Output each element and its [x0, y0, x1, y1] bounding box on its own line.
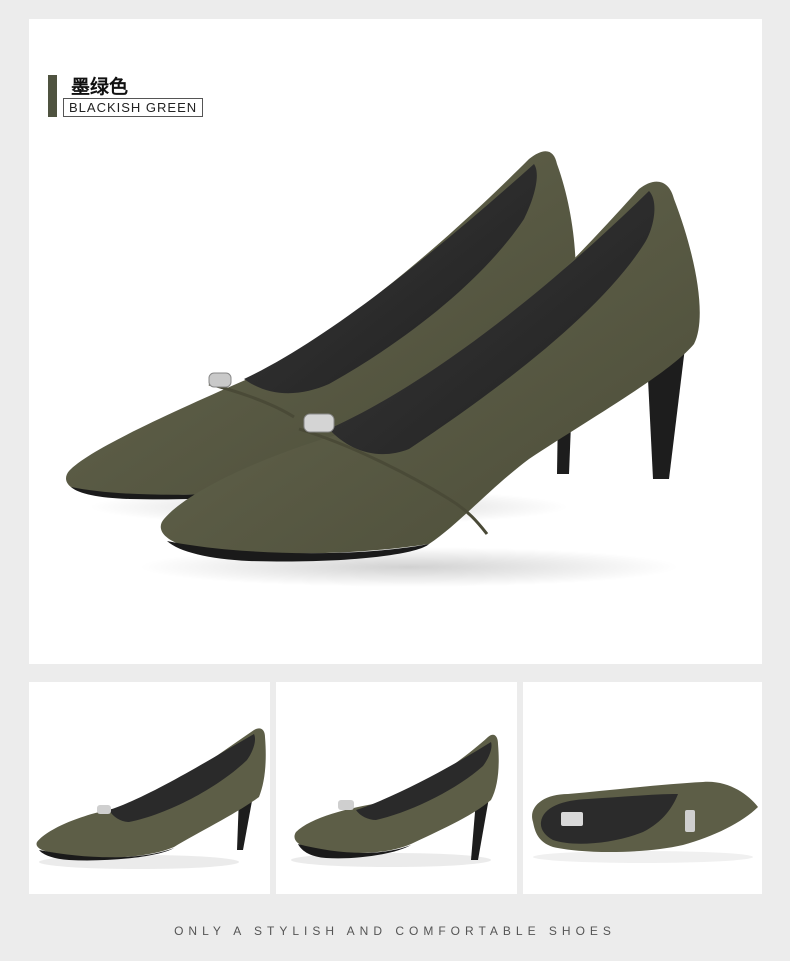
shoe-pair-illustration [66, 151, 700, 587]
thumbnail-side-view-right[interactable] [276, 682, 517, 894]
shoe-side-view [291, 734, 499, 867]
thumbnail-side-view-left[interactable] [29, 682, 270, 894]
shoe-side-view [36, 728, 266, 869]
thumbnail-top-view[interactable] [523, 682, 762, 894]
footer-tagline: ONLY A STYLISH AND COMFORTABLE SHOES [174, 924, 616, 938]
shoe-top-view [532, 781, 758, 863]
main-product-image: 墨绿色 BLACKISH GREEN [29, 19, 762, 664]
